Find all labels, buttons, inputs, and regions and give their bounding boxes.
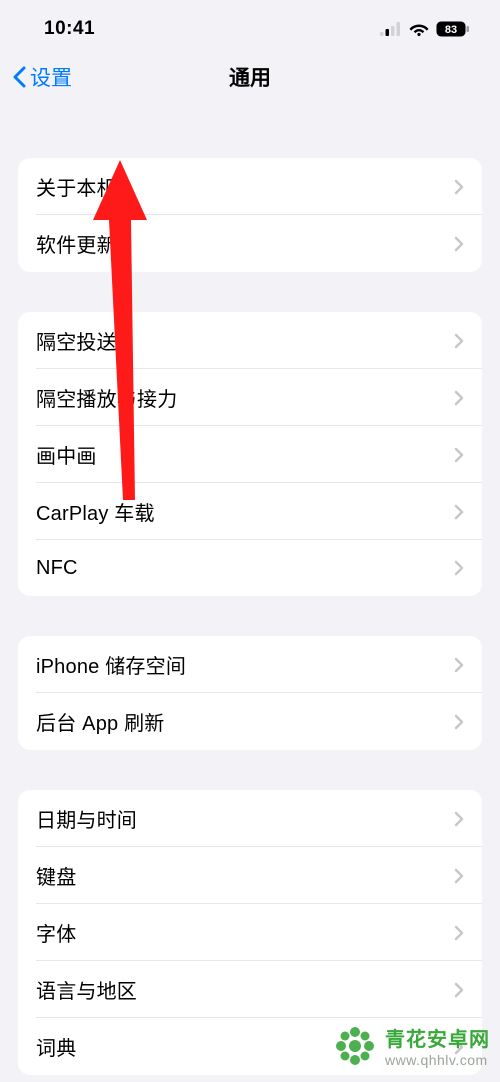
row-label: NFC: [36, 557, 78, 580]
row-label: 关于本机: [36, 172, 117, 201]
row-label: 画中画: [36, 440, 97, 469]
chevron-right-icon: [454, 333, 464, 349]
chevron-right-icon: [454, 925, 464, 941]
row-label: 日期与时间: [36, 804, 137, 833]
row-label: 隔空投送: [36, 326, 117, 355]
status-icons: 83: [380, 21, 470, 37]
watermark-title: 青花安卓网: [385, 1023, 490, 1052]
row-nfc[interactable]: NFC: [18, 540, 482, 596]
row-label: 隔空播放与接力: [36, 383, 177, 412]
row-software-update[interactable]: 软件更新: [18, 215, 482, 272]
row-pip[interactable]: 画中画: [18, 426, 482, 483]
chevron-right-icon: [454, 504, 464, 520]
row-background-refresh[interactable]: 后台 App 刷新: [18, 693, 482, 750]
status-time: 10:41: [44, 18, 95, 40]
row-carplay[interactable]: CarPlay 车载: [18, 483, 482, 540]
row-keyboard[interactable]: 键盘: [18, 847, 482, 904]
row-label: iPhone 储存空间: [36, 650, 186, 679]
watermark-url: www.qhhlv.com: [385, 1052, 490, 1068]
page-title: 通用: [229, 62, 271, 92]
group-0: 关于本机 软件更新: [18, 158, 482, 272]
row-airplay-handoff[interactable]: 隔空播放与接力: [18, 369, 482, 426]
back-label: 设置: [30, 62, 72, 92]
battery-icon: 83: [436, 21, 470, 37]
row-label: 软件更新: [36, 229, 117, 258]
cellular-icon: [380, 22, 402, 36]
row-airdrop[interactable]: 隔空投送: [18, 312, 482, 369]
chevron-right-icon: [454, 657, 464, 673]
row-fonts[interactable]: 字体: [18, 904, 482, 961]
row-label: CarPlay 车载: [36, 497, 155, 526]
chevron-right-icon: [454, 714, 464, 730]
chevron-right-icon: [454, 390, 464, 406]
svg-text:83: 83: [445, 24, 457, 36]
chevron-right-icon: [454, 236, 464, 252]
watermark: 青花安卓网 www.qhhlv.com: [333, 1023, 490, 1068]
chevron-right-icon: [454, 868, 464, 884]
row-label: 字体: [36, 918, 76, 947]
row-label: 语言与地区: [36, 975, 137, 1004]
chevron-right-icon: [454, 179, 464, 195]
wifi-icon: [409, 22, 429, 36]
chevron-right-icon: [454, 811, 464, 827]
chevron-left-icon: [12, 66, 26, 88]
row-label: 词典: [36, 1032, 76, 1061]
row-date-time[interactable]: 日期与时间: [18, 790, 482, 847]
chevron-right-icon: [454, 560, 464, 576]
row-about[interactable]: 关于本机: [18, 158, 482, 215]
content: 关于本机 软件更新 隔空投送 隔空播放与接力 画中画 CarPlay 车载 NF…: [0, 158, 500, 1075]
row-iphone-storage[interactable]: iPhone 储存空间: [18, 636, 482, 693]
row-language-region[interactable]: 语言与地区: [18, 961, 482, 1018]
group-2: iPhone 储存空间 后台 App 刷新: [18, 636, 482, 750]
chevron-right-icon: [454, 447, 464, 463]
chevron-right-icon: [454, 982, 464, 998]
row-label: 键盘: [36, 861, 76, 890]
nav-bar: 设置 通用: [0, 54, 500, 110]
group-1: 隔空投送 隔空播放与接力 画中画 CarPlay 车载 NFC: [18, 312, 482, 596]
watermark-logo-icon: [333, 1024, 377, 1068]
back-button[interactable]: 设置: [12, 62, 72, 92]
status-bar: 10:41 83: [0, 0, 500, 54]
row-label: 后台 App 刷新: [36, 707, 165, 736]
